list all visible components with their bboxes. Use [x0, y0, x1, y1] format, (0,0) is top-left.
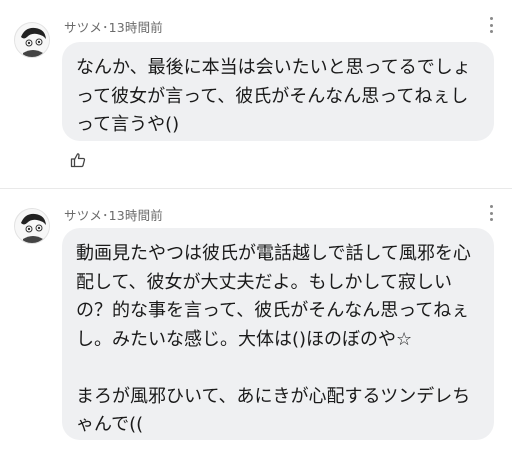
comment-text: 動画見たやつは彼氏が電話越しで話して風邪を心配して、彼女が大丈夫だよ。もしかして…: [62, 228, 494, 440]
timestamp: 13時間前: [108, 208, 163, 223]
more-vertical-icon[interactable]: [488, 205, 494, 221]
timestamp: 13時間前: [108, 20, 163, 35]
avatar[interactable]: [14, 208, 50, 244]
more-vertical-icon[interactable]: [488, 17, 494, 33]
avatar[interactable]: [14, 22, 50, 58]
author-name[interactable]: サツメ: [64, 20, 102, 35]
divider: [0, 188, 512, 189]
comment-meta: サツメ･13時間前: [64, 205, 163, 224]
comment-meta: サツメ･13時間前: [64, 17, 163, 36]
comment-1: サツメ･13時間前 なんか、最後に本当は会いたいと思ってるでしょって彼女が言って…: [0, 0, 512, 185]
comment-text: なんか、最後に本当は会いたいと思ってるでしょって彼女が言って、彼氏がそんなん思っ…: [62, 42, 494, 141]
thumbs-up-icon[interactable]: [70, 152, 86, 168]
comment-2: サツメ･13時間前 動画見たやつは彼氏が電話越しで話して風邪を心配して、彼女が大…: [0, 190, 512, 450]
author-name[interactable]: サツメ: [64, 208, 102, 223]
